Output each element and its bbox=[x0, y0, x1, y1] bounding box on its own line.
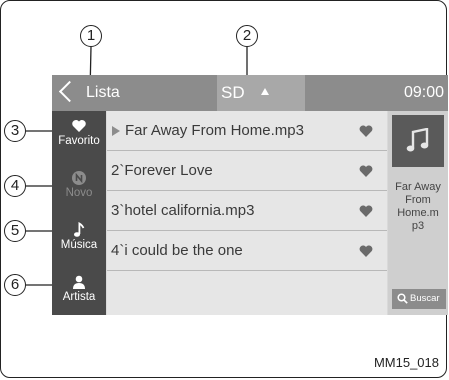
heart-icon bbox=[72, 120, 86, 132]
source-selector[interactable]: SD bbox=[217, 75, 305, 111]
callout-3: 3 bbox=[4, 120, 26, 142]
chevron-left-icon bbox=[58, 80, 81, 103]
now-playing-icon bbox=[112, 126, 120, 136]
new-badge-icon bbox=[72, 171, 86, 185]
track-row[interactable]: 4`i could be the one bbox=[107, 231, 387, 271]
clock: 09:00 bbox=[403, 84, 444, 101]
sidebar-item-novo[interactable]: Novo bbox=[52, 163, 106, 211]
person-icon bbox=[73, 275, 85, 289]
sidebar-item-favorito[interactable]: Favorito bbox=[52, 111, 106, 159]
callout-2: 2 bbox=[236, 25, 258, 47]
sidebar-item-musica[interactable]: Música bbox=[52, 215, 106, 263]
figure-caption: MM15_018 bbox=[373, 355, 439, 370]
track-row[interactable]: Far Away From Home.mp3 bbox=[107, 111, 387, 151]
source-label: SD bbox=[221, 83, 245, 102]
music-notes-icon bbox=[406, 128, 429, 152]
favorite-heart-icon[interactable] bbox=[359, 245, 373, 257]
category-sidebar: Favorito Novo Música Artista bbox=[52, 111, 106, 315]
now-playing-title: Far Away From Home.m p3 bbox=[395, 181, 441, 232]
back-label: Lista bbox=[86, 84, 120, 101]
media-screen: Lista SD 09:00 Favorito Novo Música Arti… bbox=[52, 75, 448, 315]
favorite-heart-icon[interactable] bbox=[359, 165, 373, 177]
track-row[interactable]: 3`hotel california.mp3 bbox=[107, 191, 387, 231]
sidebar-item-artista[interactable]: Artista bbox=[52, 267, 106, 315]
search-label: Buscar bbox=[410, 293, 440, 304]
callout-4: 4 bbox=[4, 175, 26, 197]
track-list: Far Away From Home.mp3 2`Forever Love 3`… bbox=[107, 111, 387, 315]
search-button[interactable]: Buscar bbox=[392, 289, 446, 309]
sidebar-item-label: Favorito bbox=[58, 135, 100, 147]
track-title: 3`hotel california.mp3 bbox=[111, 202, 255, 219]
caret-up-icon bbox=[261, 88, 269, 95]
sidebar-item-label: Novo bbox=[65, 187, 93, 199]
favorite-heart-icon[interactable] bbox=[359, 205, 373, 217]
sidebar-item-label: Artista bbox=[62, 291, 96, 303]
now-playing-pane: Far Away From Home.m p3 Buscar bbox=[388, 111, 448, 315]
track-title: 2`Forever Love bbox=[111, 162, 213, 179]
album-art bbox=[392, 115, 444, 167]
sidebar-item-label: Música bbox=[60, 239, 98, 251]
search-icon bbox=[397, 293, 408, 304]
callout-6: 6 bbox=[4, 274, 26, 296]
callout-5: 5 bbox=[4, 220, 26, 242]
track-title: 4`i could be the one bbox=[111, 242, 243, 259]
music-note-icon bbox=[74, 222, 85, 237]
favorite-heart-icon[interactable] bbox=[359, 125, 373, 137]
top-bar: Lista SD 09:00 bbox=[52, 75, 448, 111]
back-button[interactable]: Lista bbox=[56, 80, 126, 107]
track-row[interactable]: 2`Forever Love bbox=[107, 151, 387, 191]
callout-1: 1 bbox=[80, 25, 102, 47]
track-title: Far Away From Home.mp3 bbox=[125, 122, 304, 139]
